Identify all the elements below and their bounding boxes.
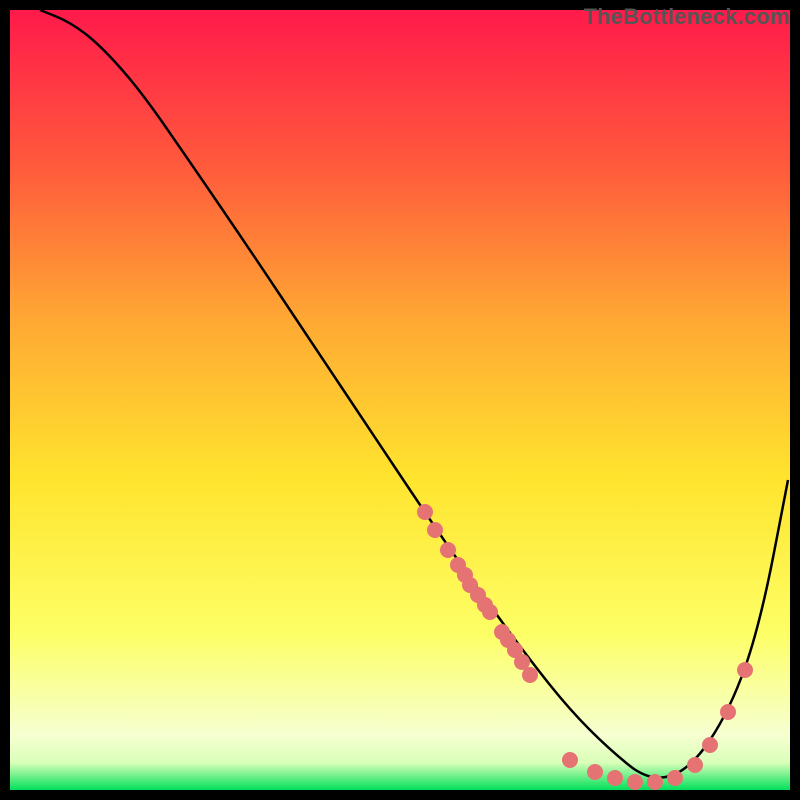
data-marker — [647, 774, 663, 790]
data-marker — [417, 504, 433, 520]
data-marker — [562, 752, 578, 768]
data-marker — [627, 774, 643, 790]
data-marker — [522, 667, 538, 683]
data-marker — [667, 770, 683, 786]
data-marker — [482, 604, 498, 620]
data-marker — [440, 542, 456, 558]
chart-background — [10, 10, 790, 790]
data-marker — [737, 662, 753, 678]
data-marker — [587, 764, 603, 780]
data-marker — [702, 737, 718, 753]
chart-container: TheBottleneck.com — [0, 0, 800, 800]
data-marker — [720, 704, 736, 720]
chart-svg — [0, 0, 800, 800]
data-marker — [427, 522, 443, 538]
data-marker — [687, 757, 703, 773]
data-marker — [607, 770, 623, 786]
